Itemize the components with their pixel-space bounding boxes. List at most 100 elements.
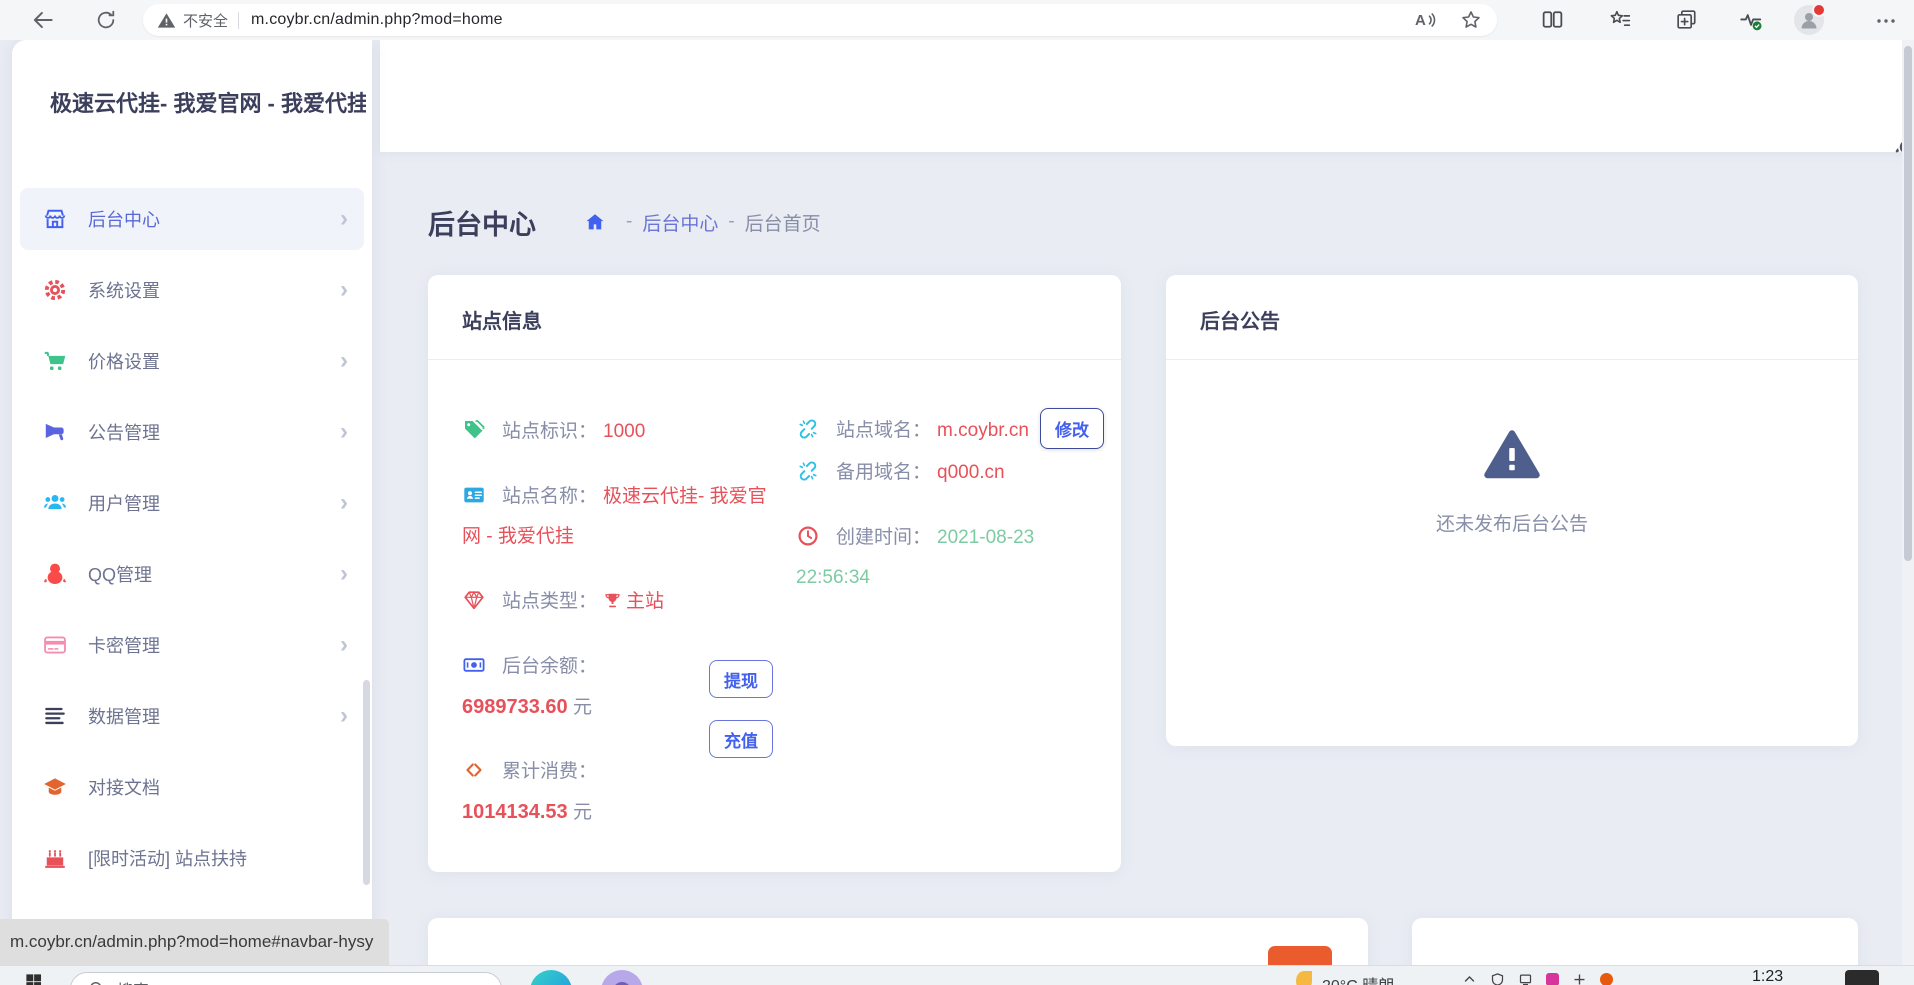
svg-text:A: A <box>1415 12 1426 29</box>
taskbar-clock[interactable]: 1:23 <box>1752 968 1783 985</box>
address-divider <box>238 12 239 29</box>
tray-plus-icon <box>1572 972 1587 985</box>
id-card-icon <box>462 482 486 506</box>
credit-card-icon <box>42 632 68 658</box>
announcement-empty-text: 还未发布后台公告 <box>1166 509 1858 536</box>
gem-icon <box>462 587 486 611</box>
clock-icon <box>796 523 820 547</box>
chevron-right-icon: › <box>340 493 348 513</box>
gear-icon <box>42 277 68 303</box>
sidebar-item-system-settings[interactable]: 系统设置› <box>20 259 364 321</box>
status-bar-link: m.coybr.cn/admin.php?mod=home#navbar-hys… <box>0 919 389 965</box>
browser-toolbar: 不安全 m.coybr.cn/admin.php?mod=home A <box>0 0 1914 40</box>
taskbar-app-icon-purple[interactable] <box>601 970 643 985</box>
chevron-right-icon: › <box>340 280 348 300</box>
info-row: 站点名称：极速云代挂- 我爱官网 - 我爱代挂 <box>462 477 780 557</box>
chevron-right-icon: › <box>340 422 348 442</box>
unlink-icon <box>796 416 820 440</box>
search-icon <box>87 979 107 985</box>
info-row: 累计消费：1014134.53 元 <box>462 752 780 833</box>
megaphone-icon <box>42 419 68 445</box>
sidebar-scrollbar[interactable] <box>363 680 370 885</box>
site-info-card-title: 站点信息 <box>428 275 1121 360</box>
address-bar[interactable]: 不安全 m.coybr.cn/admin.php?mod=home A <box>143 4 1497 36</box>
read-aloud-icon[interactable]: A <box>1413 8 1437 32</box>
info-value: m.coybr.cn <box>937 420 1029 441</box>
list-icon <box>42 703 68 729</box>
trophy-icon <box>603 585 622 604</box>
start-button-icon[interactable] <box>24 972 43 985</box>
breadcrumb-separator: - <box>728 211 734 233</box>
breadcrumb: - 后台中心 - 后台首页 <box>584 209 821 236</box>
chevron-right-icon: › <box>340 564 348 584</box>
info-value: 6989733.60 <box>462 696 568 718</box>
info-value: 主站 <box>626 591 664 612</box>
sidebar: 极速云代挂- 我爱官网 - 我爱代挂 后台中心› 系统设置› 价格设置› 公告管理› 用… <box>12 40 372 965</box>
recharge-button[interactable]: 充值 <box>709 720 773 758</box>
browser-refresh-icon[interactable] <box>94 8 118 32</box>
sidebar-item-data-management[interactable]: 数据管理› <box>20 685 364 747</box>
taskbar-app-icon-teal[interactable] <box>530 970 572 985</box>
app-topbar: Admin <box>380 40 1914 152</box>
site-info-card: 站点信息 站点标识：1000 站点名称：极速云代挂- 我爱官网 - 我爱代挂站点类… <box>428 275 1121 872</box>
breadcrumb-section[interactable]: 后台中心 <box>642 209 718 236</box>
site-brand-title: 极速云代挂- 我爱官网 - 我爱代挂 <box>12 40 366 118</box>
info-row: 备用域名：q000.cn <box>796 453 1118 493</box>
split-screen-icon[interactable] <box>1540 7 1565 32</box>
breadcrumb-current: 后台首页 <box>745 209 821 236</box>
warning-triangle-icon <box>1482 425 1542 485</box>
grad-cap-icon <box>42 774 68 800</box>
page-scrollbar-thumb[interactable] <box>1904 46 1912 561</box>
sidebar-item-qq-management[interactable]: QQ管理› <box>20 543 364 605</box>
money-icon <box>462 652 486 676</box>
browser-back-icon[interactable] <box>30 7 56 33</box>
qq-icon <box>42 561 68 587</box>
browser-essentials-icon[interactable] <box>1738 7 1764 33</box>
favorites-bar-icon[interactable] <box>1608 7 1633 32</box>
users-icon <box>42 490 68 516</box>
info-value: 1014134.53 <box>462 801 568 823</box>
security-label: 不安全 <box>183 10 228 31</box>
page-head: 后台中心 - 后台中心 - 后台首页 <box>428 198 821 246</box>
sidebar-item-announcement-management[interactable]: 公告管理› <box>20 401 364 463</box>
unlink-icon <box>796 458 820 482</box>
browser-menu-icon[interactable] <box>1874 9 1898 33</box>
info-row: 站点标识：1000 <box>462 412 780 452</box>
sidebar-menu: 后台中心› 系统设置› 价格设置› 公告管理› 用户管理› QQ管理› 卡密管理› 数据管理›… <box>12 188 372 898</box>
page-scrollbar[interactable] <box>1902 40 1914 965</box>
tray-orange-icon <box>1600 973 1613 985</box>
sidebar-item-docking-docs[interactable]: 对接文档 <box>20 756 364 818</box>
store-icon <box>42 206 68 232</box>
show-desktop-button[interactable] <box>1845 970 1879 985</box>
sidebar-item-site-support[interactable]: [限时活动] 站点扶持 <box>20 827 364 889</box>
chevron-right-icon: › <box>340 635 348 655</box>
url-text[interactable]: m.coybr.cn/admin.php?mod=home <box>251 11 503 29</box>
chevron-right-icon: › <box>340 351 348 371</box>
browser-profile-icon[interactable] <box>1794 5 1824 35</box>
sidebar-item-backend-center[interactable]: 后台中心› <box>20 188 364 250</box>
withdraw-button[interactable]: 提现 <box>709 660 773 698</box>
weather-text[interactable]: 20°C 晴朗 <box>1322 972 1394 985</box>
page-title: 后台中心 <box>428 203 536 242</box>
cake-icon <box>42 845 68 871</box>
announcement-card-title: 后台公告 <box>1166 275 1858 360</box>
collections-icon[interactable] <box>1674 7 1699 32</box>
spend-icon <box>462 757 486 781</box>
tray-device-icon <box>1518 972 1533 985</box>
tray-pink-icon <box>1546 973 1559 985</box>
home-icon[interactable] <box>584 211 606 233</box>
info-row: 创建时间：2021-08-23 22:56:34 <box>796 518 1096 598</box>
system-tray[interactable] <box>1462 972 1613 985</box>
tray-shield-icon <box>1490 972 1505 985</box>
sidebar-item-card-key-management[interactable]: 卡密管理› <box>20 614 364 676</box>
announcement-empty-state: 还未发布后台公告 <box>1166 365 1858 536</box>
favorite-star-icon[interactable] <box>1459 8 1483 32</box>
sidebar-item-price-settings[interactable]: 价格设置› <box>20 330 364 392</box>
taskbar-search-input[interactable]: 搜索 <box>70 972 502 985</box>
weather-icon[interactable] <box>1296 971 1312 985</box>
info-row: 站点类型：主站 <box>462 582 780 622</box>
sidebar-item-user-management[interactable]: 用户管理› <box>20 472 364 534</box>
not-secure-warning-icon <box>157 11 176 30</box>
info-value: 1000 <box>603 421 645 442</box>
modify-domain-button[interactable]: 修改 <box>1040 408 1104 449</box>
